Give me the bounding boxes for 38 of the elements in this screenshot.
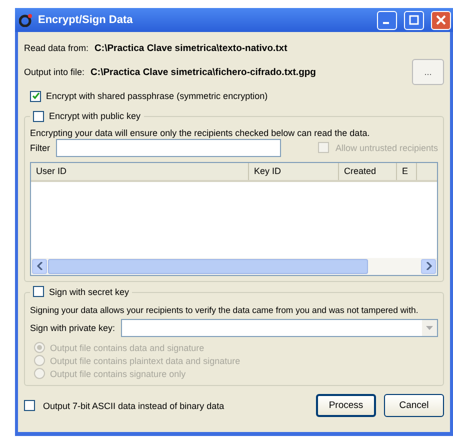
checkbox[interactable] <box>33 286 44 297</box>
checkbox[interactable] <box>30 90 41 102</box>
browse-button[interactable]: ... <box>412 59 444 85</box>
close-icon[interactable] <box>436 15 446 25</box>
column-header[interactable]: Created <box>339 162 397 180</box>
description-text: Encrypting your data will ensure only the recipients checked below can read the data. <box>30 128 371 138</box>
file-path: C:\Practica Clave simetrica\texto-nativo.txt <box>94 42 288 54</box>
checkbox[interactable] <box>33 110 44 122</box>
horizontal-scrollbar[interactable] <box>31 258 437 274</box>
radio-label: Output file contains data and signature <box>50 342 204 352</box>
checkbox-label: Encrypt with public key <box>49 111 141 121</box>
close-button[interactable] <box>431 10 451 30</box>
checkbox-label: Sign with secret key <box>49 286 130 296</box>
maximize-button[interactable] <box>404 10 424 30</box>
column-header[interactable]: User ID <box>31 162 249 180</box>
field-label: Filter <box>30 142 50 152</box>
radio-label: Output file contains signature only <box>50 368 186 378</box>
radio-label: Output file contains plaintext data and signature <box>50 356 240 366</box>
maximize-icon[interactable] <box>409 15 419 25</box>
checkbox-label: Encrypt with shared passphrase (symmetric encryption) <box>46 91 268 101</box>
description-text: Signing your data allows your recipients to verify the data came from you and was not tampered with. <box>30 305 420 315</box>
field-label: Output into file: <box>24 67 85 77</box>
window-title: Encrypt/Sign Data <box>38 14 134 26</box>
checkbox-label: Output 7-bit ASCII data instead of binary data <box>43 400 224 410</box>
field-label: Read data from: <box>24 43 89 53</box>
filter-field[interactable] <box>56 138 281 156</box>
private-key-dropdown[interactable] <box>121 319 438 337</box>
minimize-button[interactable] <box>377 10 397 30</box>
cancel-button[interactable]: Cancel <box>384 394 444 417</box>
process-button[interactable]: Process <box>316 394 376 417</box>
app-logo-icon <box>19 13 33 27</box>
column-header[interactable]: E <box>397 162 417 180</box>
checkbox[interactable] <box>24 400 35 411</box>
field-label: Sign with private key: <box>30 323 116 333</box>
file-path: C:\Practica Clave simetrica\fichero-cifrado.txt.gpg <box>90 66 316 78</box>
column-header[interactable]: Key ID <box>249 162 339 180</box>
recipients-table[interactable]: User ID Key ID Created E <box>30 162 438 276</box>
checkbox-label: Allow untrusted recipients <box>335 142 438 152</box>
